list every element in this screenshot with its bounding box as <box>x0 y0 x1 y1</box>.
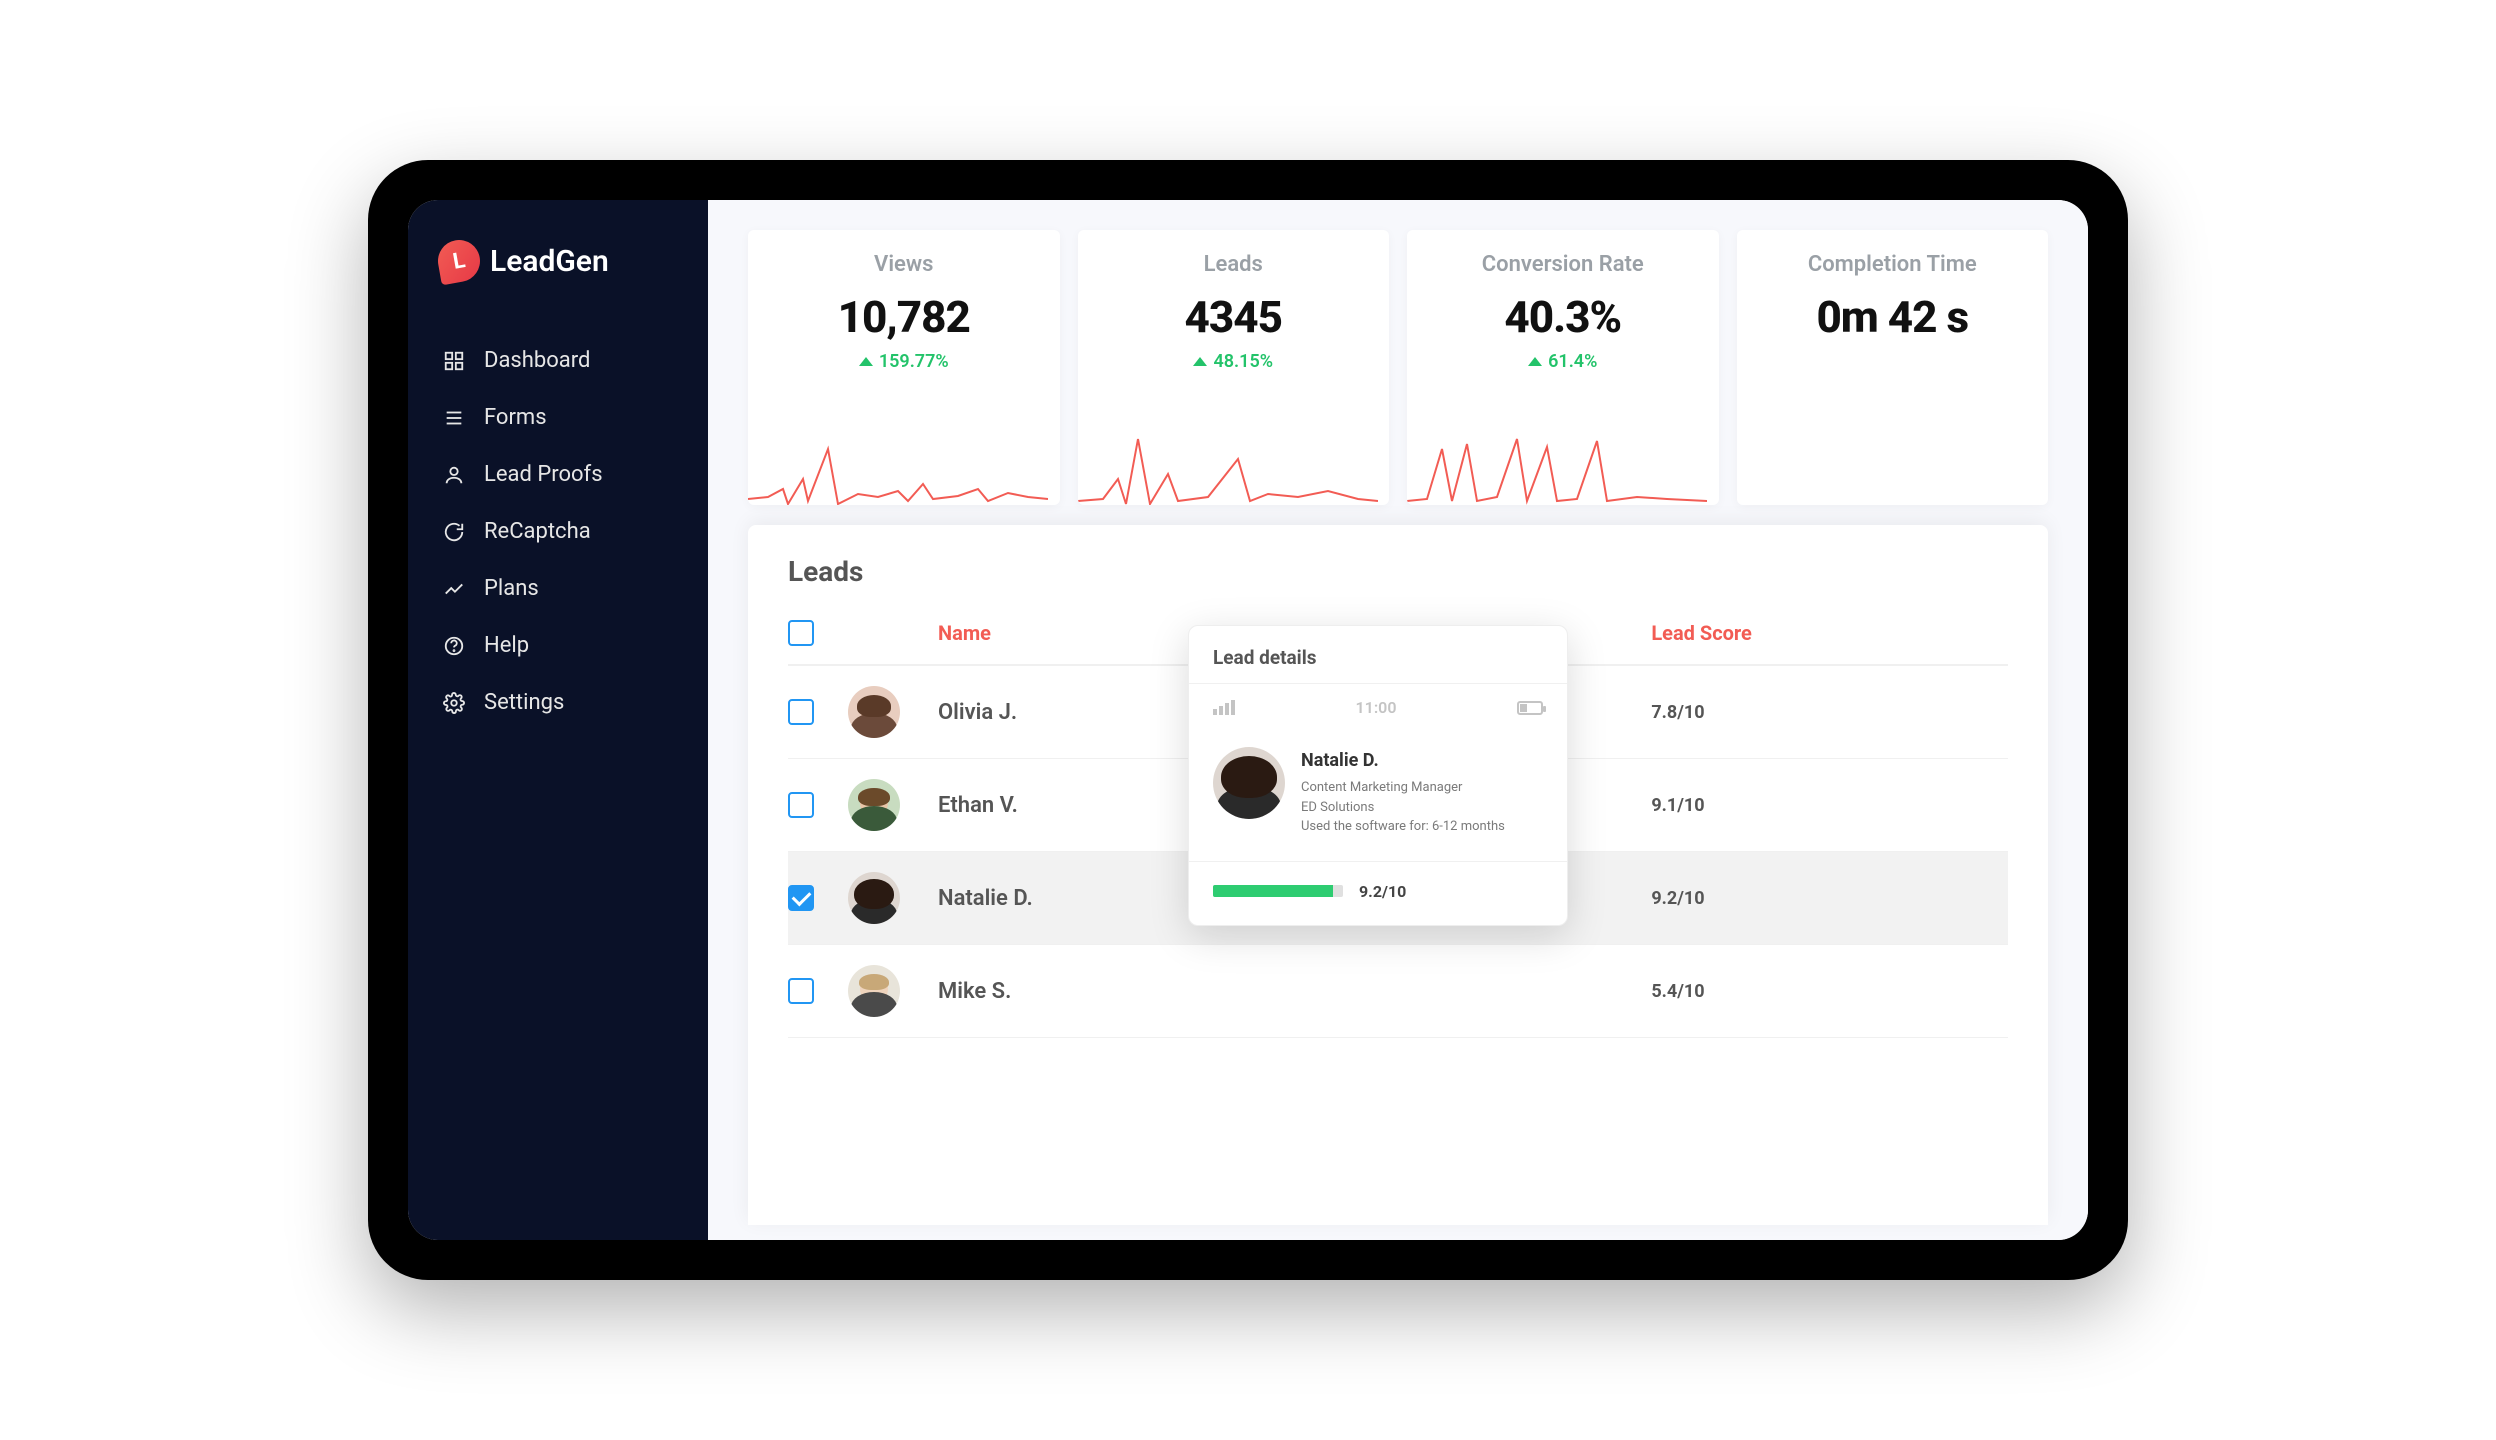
sparkline-icon <box>748 419 1048 505</box>
row-checkbox[interactable] <box>788 978 814 1004</box>
lead-score: 9.2/10 <box>1651 888 2008 909</box>
stat-change-value: 48.15% <box>1213 351 1273 372</box>
sidebar-item-label: Help <box>484 633 529 658</box>
stats-row: Views 10,782 159.77% Leads 4345 48.15% C… <box>748 230 2048 505</box>
lead-details-title: Lead details <box>1189 626 1567 684</box>
arrow-up-icon <box>1528 357 1542 366</box>
avatar <box>848 965 900 1017</box>
dashboard-icon <box>442 350 466 372</box>
signal-icon <box>1213 700 1235 715</box>
avatar <box>848 872 900 924</box>
list-icon <box>442 407 466 429</box>
tablet-frame: L LeadGen Dashboard Forms <box>368 160 2128 1280</box>
stat-value: 4345 <box>1102 291 1366 343</box>
lead-details-info: Natalie D. Content Marketing Manager ED … <box>1301 747 1505 837</box>
sidebar-item-label: Dashboard <box>484 348 590 373</box>
leads-panel: Leads Name Email Lead Score Olivia J. 7.… <box>748 525 2048 1225</box>
progress-bar <box>1213 885 1343 897</box>
lead-score: 5.4/10 <box>1651 981 2008 1002</box>
stat-card-conversion[interactable]: Conversion Rate 40.3% 61.4% <box>1407 230 1719 505</box>
gear-icon <box>442 692 466 714</box>
help-icon <box>442 635 466 657</box>
stat-card-leads[interactable]: Leads 4345 48.15% <box>1078 230 1390 505</box>
progress-bar-fill <box>1213 885 1333 897</box>
stat-title: Leads <box>1102 252 1366 277</box>
sidebar-item-label: Settings <box>484 690 564 715</box>
stat-card-completion[interactable]: Completion Time 0m 42 s <box>1737 230 2049 505</box>
status-time: 11:00 <box>1356 698 1397 717</box>
stat-change-value: 159.77% <box>879 351 949 372</box>
stat-change: 159.77% <box>772 351 1036 372</box>
stat-value: 10,782 <box>772 291 1036 343</box>
sidebar-item-recaptcha[interactable]: ReCaptcha <box>408 503 708 560</box>
lead-score: 9.1/10 <box>1651 795 2008 816</box>
arrow-up-icon <box>1193 357 1207 366</box>
main-content: Views 10,782 159.77% Leads 4345 48.15% C… <box>708 200 2088 1240</box>
sidebar-item-help[interactable]: Help <box>408 617 708 674</box>
sidebar-nav: Dashboard Forms Lead Proofs <box>408 332 708 731</box>
stat-change: 48.15% <box>1102 351 1366 372</box>
stat-title: Views <box>772 252 1036 277</box>
stat-title: Conversion Rate <box>1431 252 1695 277</box>
sidebar-item-label: ReCaptcha <box>484 519 591 544</box>
sidebar-item-lead-proofs[interactable]: Lead Proofs <box>408 446 708 503</box>
lead-details-score-row: 9.2/10 <box>1189 862 1567 925</box>
stat-value: 0m 42 s <box>1761 291 2025 343</box>
sidebar-item-plans[interactable]: Plans <box>408 560 708 617</box>
sidebar-item-dashboard[interactable]: Dashboard <box>408 332 708 389</box>
refresh-icon <box>442 521 466 543</box>
user-icon <box>442 464 466 486</box>
lead-details-name: Natalie D. <box>1301 747 1505 774</box>
stat-card-views[interactable]: Views 10,782 159.77% <box>748 230 1060 505</box>
sidebar-item-settings[interactable]: Settings <box>408 674 708 731</box>
lead-details-card: Lead details 11:00 Natalie D. <box>1188 625 1568 926</box>
battery-icon <box>1517 701 1543 715</box>
sidebar: L LeadGen Dashboard Forms <box>408 200 708 1240</box>
brand-name: LeadGen <box>490 244 609 279</box>
arrow-up-icon <box>859 357 873 366</box>
lead-score: 7.8/10 <box>1651 702 2008 723</box>
leads-title: Leads <box>788 555 2008 588</box>
chart-line-icon <box>442 578 466 600</box>
lead-details-company: ED Solutions <box>1301 798 1505 818</box>
app-screen: L LeadGen Dashboard Forms <box>408 200 2088 1240</box>
lead-details-role: Content Marketing Manager <box>1301 778 1505 798</box>
row-checkbox[interactable] <box>788 699 814 725</box>
select-all-checkbox[interactable] <box>788 620 814 646</box>
avatar <box>848 686 900 738</box>
avatar <box>1213 747 1285 819</box>
sidebar-item-label: Plans <box>484 576 539 601</box>
sidebar-item-label: Forms <box>484 405 547 430</box>
lead-name: Mike S. <box>938 979 1295 1004</box>
stat-value: 40.3% <box>1431 291 1695 343</box>
stat-change-value: 61.4% <box>1548 351 1597 372</box>
avatar <box>848 779 900 831</box>
sidebar-item-label: Lead Proofs <box>484 462 603 487</box>
column-score[interactable]: Lead Score <box>1651 621 2008 645</box>
stat-change: 61.4% <box>1431 351 1695 372</box>
lead-details-statusbar: 11:00 <box>1189 684 1567 731</box>
sparkline-icon <box>1407 419 1707 505</box>
logo-mark-icon: L <box>435 237 484 286</box>
sparkline-icon <box>1078 419 1378 505</box>
row-checkbox[interactable] <box>788 792 814 818</box>
lead-details-usage: Used the software for: 6-12 months <box>1301 817 1505 837</box>
lead-details-score: 9.2/10 <box>1359 882 1406 901</box>
table-row[interactable]: Mike S. 5.4/10 <box>788 945 2008 1038</box>
brand-logo[interactable]: L LeadGen <box>408 240 708 332</box>
stat-title: Completion Time <box>1761 252 2025 277</box>
sidebar-item-forms[interactable]: Forms <box>408 389 708 446</box>
lead-details-person: Natalie D. Content Marketing Manager ED … <box>1189 731 1567 861</box>
row-checkbox[interactable] <box>788 885 814 911</box>
